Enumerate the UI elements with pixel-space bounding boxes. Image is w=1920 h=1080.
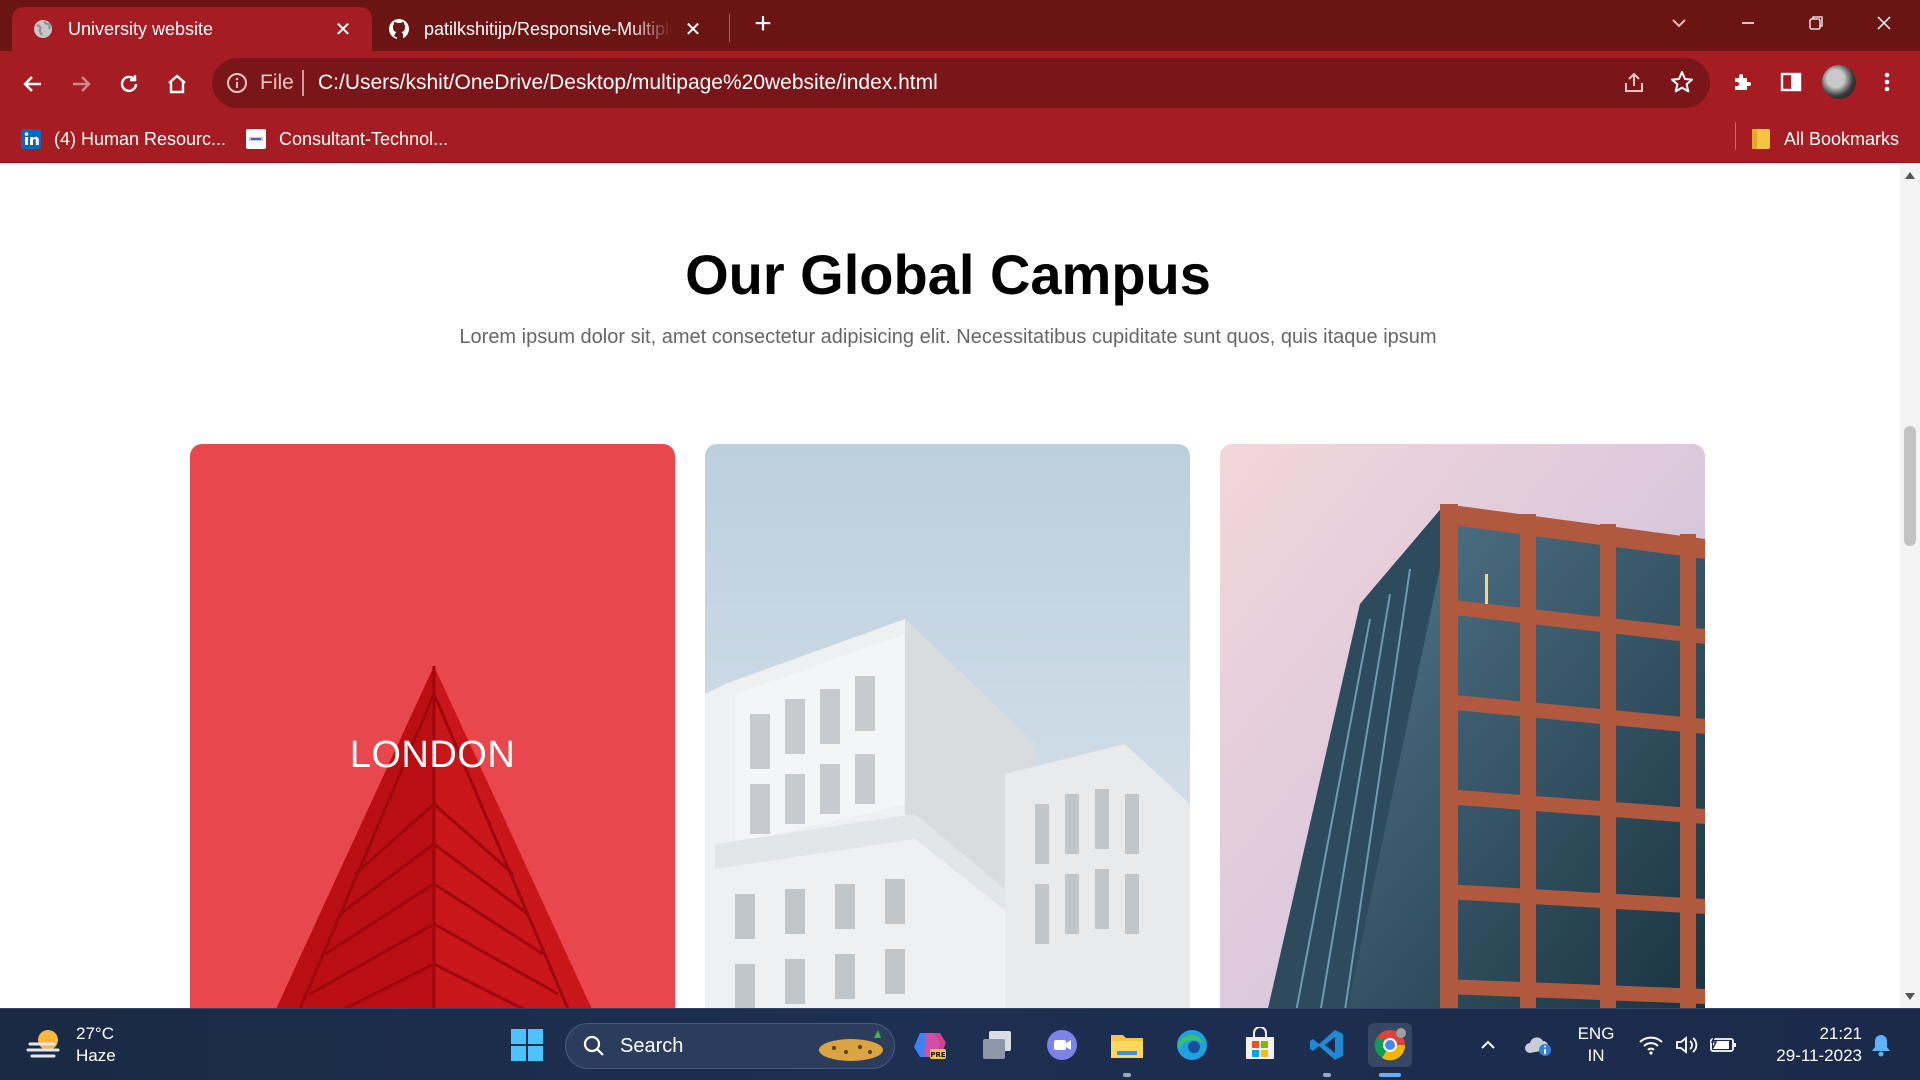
bookmarks-bar: (4) Human Resourc... Consultant-Technol.…	[0, 116, 1920, 163]
all-bookmarks-label: All Bookmarks	[1784, 128, 1900, 149]
copilot-icon[interactable]: PRE	[908, 1023, 952, 1067]
scheme-label: File	[260, 71, 294, 94]
close-tab-icon[interactable]: ✕	[332, 18, 354, 41]
weather-condition: Haze	[76, 1046, 116, 1065]
linkedin-icon	[20, 128, 42, 150]
forward-arrow-icon[interactable]	[64, 67, 98, 101]
browser-toolbar: File C:/Users/kshit/OneDrive/Desktop/mul…	[0, 51, 1920, 116]
site-icon	[245, 128, 267, 150]
side-panel-icon[interactable]	[1774, 65, 1808, 99]
tab-github-repo[interactable]: patilkshitijp/Responsive-Multiple ✕	[380, 7, 720, 51]
windows-taskbar: 27°C Haze Search PRE ENG IN 21:21 29-11-…	[0, 1008, 1920, 1080]
task-view-icon[interactable]	[975, 1023, 1019, 1067]
start-windows-icon[interactable]	[505, 1023, 549, 1067]
bookmark-label: (4) Human Resourc...	[54, 128, 227, 149]
page-title: Our Global Campus	[685, 243, 1211, 306]
home-icon[interactable]	[160, 67, 194, 101]
tray-chevron-up-icon[interactable]	[1468, 1023, 1508, 1067]
reload-icon[interactable]	[112, 67, 146, 101]
weather-temp: 27°C	[76, 1024, 114, 1043]
volume-icon[interactable]	[1670, 1023, 1704, 1067]
haze-sun-icon	[26, 1030, 60, 1058]
github-icon	[388, 18, 410, 40]
running-indicator	[1123, 1073, 1131, 1077]
battery-icon[interactable]	[1706, 1023, 1742, 1067]
scrollbar-thumb[interactable]	[1904, 426, 1916, 546]
tab-university-website[interactable]: University website ✕	[12, 7, 372, 51]
chrome-icon[interactable]	[1368, 1023, 1412, 1077]
taskbar-search[interactable]: Search	[565, 1023, 895, 1069]
profile-avatar[interactable]	[1822, 65, 1856, 99]
active-indicator	[1379, 1073, 1401, 1077]
page-subtitle: Lorem ipsum dolor sit, amet consectetur …	[459, 326, 1437, 348]
glass-building-image	[1220, 444, 1705, 1008]
card-label-london: LONDON	[349, 734, 516, 776]
clock-time: 21:21	[1819, 1024, 1862, 1043]
tab-title: patilkshitijp/Responsive-Multiple	[424, 18, 672, 39]
onedrive-cloud-icon[interactable]	[1518, 1023, 1558, 1067]
clock-date: 29-11-2023	[1776, 1046, 1862, 1065]
wifi-icon[interactable]	[1634, 1023, 1668, 1067]
close-window-icon[interactable]	[1864, 6, 1904, 40]
url-text[interactable]: C:/Users/kshit/OneDrive/Desktop/multipag…	[318, 71, 938, 95]
tab-title: University website	[68, 18, 214, 39]
close-tab-icon[interactable]: ✕	[682, 18, 704, 41]
vscode-icon[interactable]	[1305, 1023, 1349, 1077]
language-indicator[interactable]: ENG IN	[1570, 1023, 1622, 1067]
search-icon	[583, 1035, 604, 1056]
extensions-puzzle-icon[interactable]	[1726, 65, 1760, 99]
address-bar[interactable]: File C:/Users/kshit/OneDrive/Desktop/mul…	[212, 58, 1710, 108]
bookmark-label: Consultant-Technol...	[279, 128, 449, 149]
language-line1: ENG	[1577, 1024, 1615, 1043]
white-building-image	[705, 444, 1190, 1008]
microsoft-store-icon[interactable]	[1238, 1023, 1282, 1067]
campus-card-white-building[interactable]	[705, 444, 1190, 1008]
london-building-image	[190, 444, 675, 1008]
campus-card-glass-building[interactable]	[1220, 444, 1705, 1008]
notification-bell-icon[interactable]	[1864, 1023, 1898, 1067]
bookmark-consultant[interactable]: Consultant-Technol...	[245, 126, 448, 152]
bookmark-star-icon[interactable]	[1670, 70, 1694, 94]
tab-separator	[729, 14, 730, 42]
back-arrow-icon[interactable]	[16, 67, 50, 101]
file-explorer-icon[interactable]	[1105, 1023, 1149, 1077]
teams-chat-icon[interactable]	[1040, 1023, 1084, 1067]
restore-icon[interactable]	[1796, 6, 1836, 40]
info-icon[interactable]	[226, 72, 248, 94]
search-placeholder: Search	[620, 1034, 684, 1057]
weather-widget[interactable]: 27°C Haze	[24, 1023, 116, 1067]
running-indicator	[1323, 1073, 1331, 1077]
chevron-down-icon[interactable]	[1666, 10, 1692, 36]
scroll-down-arrow-icon[interactable]	[1905, 993, 1915, 1000]
language-line2: IN	[1587, 1046, 1605, 1065]
divider	[302, 70, 304, 96]
bookmarks-divider	[1735, 122, 1736, 150]
minimize-icon[interactable]	[1728, 6, 1768, 40]
folder-icon	[1750, 128, 1772, 150]
all-bookmarks-folder[interactable]: All Bookmarks	[1750, 126, 1899, 152]
share-icon[interactable]	[1622, 71, 1646, 95]
tab-strip: University website ✕ patilkshitijp/Respo…	[0, 0, 1920, 51]
new-tab-button[interactable]: +	[748, 9, 778, 39]
globe-icon	[32, 18, 54, 40]
bookmark-linkedin[interactable]: (4) Human Resourc...	[20, 126, 226, 152]
scroll-up-arrow-icon[interactable]	[1905, 172, 1915, 179]
menu-kebab-icon[interactable]	[1870, 65, 1904, 99]
search-highlight-illustration	[819, 1030, 883, 1061]
svg-text:PRE: PRE	[930, 1051, 946, 1059]
clock[interactable]: 21:21 29-11-2023	[1752, 1023, 1862, 1067]
page-viewport: Our Global Campus Lorem ipsum dolor sit,…	[0, 164, 1900, 1008]
edge-browser-icon[interactable]	[1170, 1023, 1214, 1067]
page-scrollbar[interactable]	[1900, 164, 1920, 1008]
campus-card-london[interactable]: LONDON	[190, 444, 675, 1008]
